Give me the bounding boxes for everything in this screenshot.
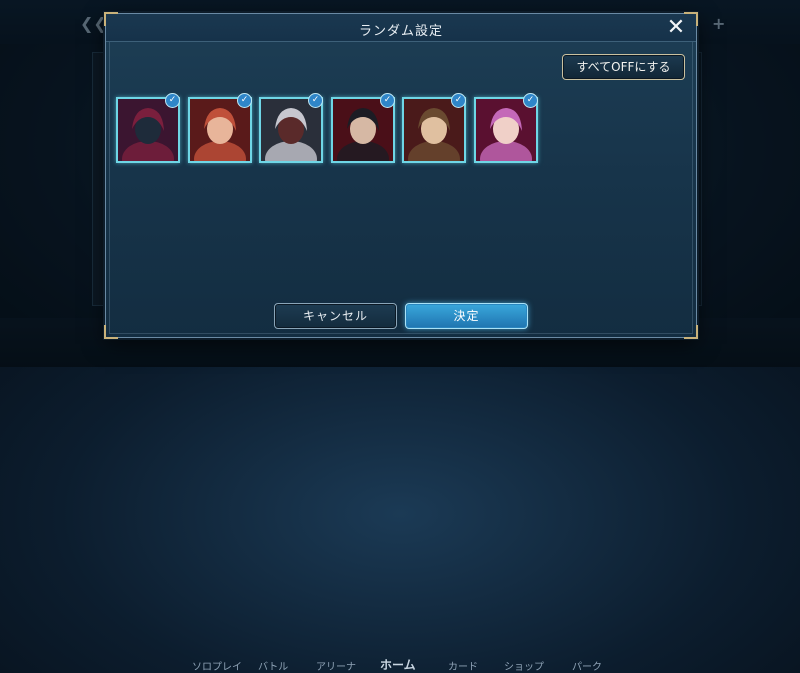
close-icon[interactable]: ✕ (665, 17, 687, 39)
nav-solo: ソロプレイ (192, 662, 242, 673)
character-card-red-haired-girl[interactable]: ✓ (188, 93, 252, 163)
checkmark-icon: ✓ (451, 93, 466, 108)
nav-battle: バトル (258, 662, 289, 673)
nav-arena: アリーナ (316, 662, 356, 673)
nav-shop: ショップ (504, 662, 544, 673)
nav-card: カード (448, 662, 478, 673)
checkmark-icon: ✓ (308, 93, 323, 108)
character-card-white-haired-man[interactable]: ✓ (259, 93, 323, 163)
checkmark-icon: ✓ (523, 93, 538, 108)
checkmark-icon: ✓ (237, 93, 252, 108)
character-card-brown-haired-man[interactable]: ✓ (402, 93, 466, 163)
dialog-title-bar: ランダム設定 ✕ (106, 14, 696, 42)
checkmark-icon: ✓ (380, 93, 395, 108)
nav-park: パーク (572, 662, 602, 673)
character-card-pink-haired-woman[interactable]: ✓ (474, 93, 538, 163)
random-settings-dialog: ランダム設定 ✕ すべてOFFにする ✓ ✓ ✓ ✓ ✓ ✓ キャンセル 決定 (104, 12, 698, 339)
nav-home: ホーム (380, 658, 416, 672)
checkmark-icon: ✓ (165, 93, 180, 108)
character-card-dragon-demon[interactable]: ✓ (116, 93, 180, 163)
dialog-title: ランダム設定 (358, 24, 443, 39)
character-card-dark-haired-man[interactable]: ✓ (331, 93, 395, 163)
all-off-button[interactable]: すべてOFFにする (562, 54, 685, 80)
cancel-button[interactable]: キャンセル (274, 303, 397, 329)
confirm-button[interactable]: 決定 (405, 303, 528, 329)
character-list: ✓ ✓ ✓ ✓ ✓ ✓ (116, 93, 556, 163)
